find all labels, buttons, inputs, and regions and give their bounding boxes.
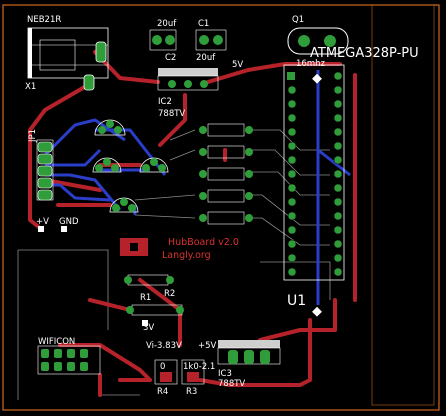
label-neb21r: NEB21R <box>27 15 61 25</box>
label-u1: U1 <box>287 293 306 309</box>
label-ic3-part: 788TV <box>218 379 245 389</box>
label-crystal: 16mhz <box>296 59 325 69</box>
label-ic3: IC3 <box>218 369 232 379</box>
capacitor-c1 <box>195 29 227 51</box>
label-five-v-top: 5V <box>232 60 243 70</box>
label-r2: R2 <box>164 289 175 299</box>
mcu-atmega <box>283 64 345 281</box>
capacitor-c2 <box>149 29 177 51</box>
thin-traces <box>17 129 331 400</box>
label-r4-value: 0 <box>160 362 165 372</box>
label-gnd: GND <box>59 217 79 227</box>
label-c1-value: 20uf <box>196 53 216 63</box>
label-3v: 3V <box>143 323 154 333</box>
hubboard-logo <box>120 238 148 256</box>
header-jp1 <box>36 139 54 201</box>
label-c2: C2 <box>165 53 176 63</box>
label-vi: Vi-3.83V <box>146 341 182 351</box>
label-plus5v: +5V <box>198 341 217 351</box>
label-r1: R1 <box>140 293 151 303</box>
resistor-r4 <box>154 359 178 385</box>
label-c1: C1 <box>198 19 209 29</box>
power-jack-neb21r <box>27 27 109 91</box>
label-r4: R4 <box>157 387 168 397</box>
label-x1: X1 <box>25 82 36 92</box>
label-q1: Q1 <box>292 15 304 25</box>
red-traces <box>28 50 357 397</box>
pcb-layout: NEB21R X1 20uf C1 C2 20uf Q1 ATMEGA328P-… <box>2 4 440 411</box>
label-jp1: JP1 <box>28 129 38 143</box>
label-ic2-part: 788TV <box>158 109 185 119</box>
label-ic2: IC2 <box>158 97 172 107</box>
resistor-stack <box>199 123 253 225</box>
regulator-ic2 <box>157 68 219 91</box>
pcb-canvas: NEB21R X1 20uf C1 C2 20uf Q1 ATMEGA328P-… <box>0 0 446 416</box>
header-wificon <box>37 345 101 375</box>
label-wificon: WIFICON <box>38 337 75 347</box>
board-title: HubBoard v2.0 <box>168 237 239 248</box>
board-subtitle: Langly.org <box>162 250 211 261</box>
label-mcu: ATMEGA328P-PU <box>310 46 419 61</box>
resistor-r2 <box>124 274 174 286</box>
regulator-ic3 <box>217 340 281 365</box>
board-inner-outline <box>371 4 435 406</box>
label-r3-value: 1k0-2.1 <box>183 362 215 372</box>
label-r3: R3 <box>186 387 197 397</box>
label-plus-v: +V <box>36 217 49 227</box>
label-c2-value: 20uf <box>157 19 177 29</box>
